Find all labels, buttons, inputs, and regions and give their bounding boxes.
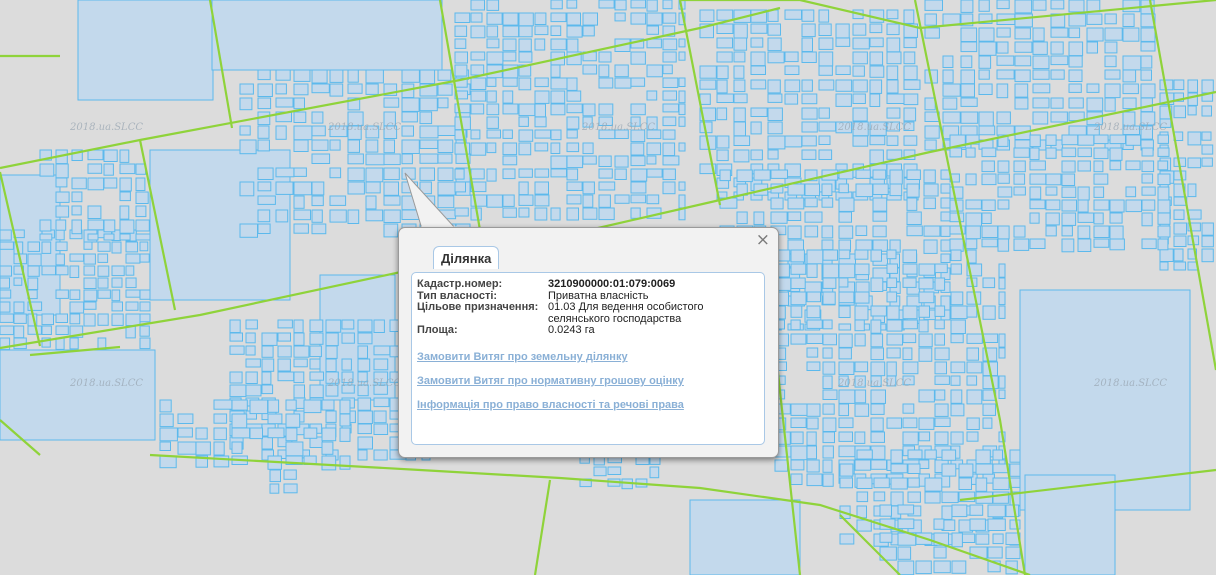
purpose-label: Цільове призначення: (417, 301, 539, 313)
area-value: 0.0243 га (548, 324, 595, 336)
order-land-extract-link[interactable]: Замовити Витяг про земельну ділянку (417, 351, 628, 363)
purpose-value: 01.03 Для ведення особистого селянського… (548, 301, 704, 325)
order-valuation-extract-link[interactable]: Замовити Витяг про нормативну грошову оц… (417, 375, 684, 387)
close-icon[interactable]: × (756, 231, 770, 249)
popup-pointer (404, 172, 458, 230)
ownership-info-link[interactable]: Інформація про право власності та речові… (417, 399, 684, 411)
cadastral-number-row: Кадастр.номер: 3210900000:01:079:0069 (417, 278, 720, 291)
parcel-info-popup: × Ділянка Кадастр.номер: 3210900000:01:0… (398, 227, 779, 458)
area-row: Площа: 0.0243 га (417, 324, 720, 337)
parcel-details-panel: Кадастр.номер: 3210900000:01:079:0069 Ти… (411, 272, 765, 445)
cadastral-number-label: Кадастр.номер: (417, 278, 503, 290)
tab-parcel[interactable]: Ділянка (433, 246, 500, 269)
area-label: Площа: (417, 324, 458, 336)
parcel-attributes: Кадастр.номер: 3210900000:01:079:0069 Ти… (417, 278, 720, 337)
purpose-row: Цільове призначення: 01.03 Для ведення о… (417, 301, 720, 325)
cadastral-number-value: 3210900000:01:079:0069 (548, 278, 676, 290)
